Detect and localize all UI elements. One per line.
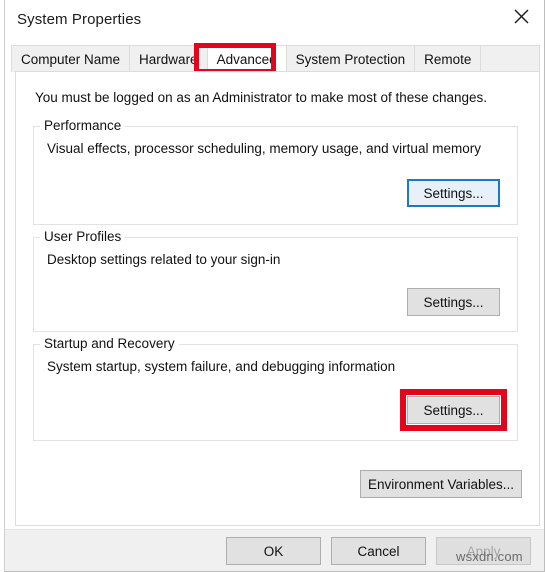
performance-description: Visual effects, processor scheduling, me… [47,141,481,156]
user-profiles-settings-button[interactable]: Settings... [407,288,500,316]
startup-recovery-group-legend: Startup and Recovery [40,336,179,351]
watermark: wsxdn.com [456,549,523,564]
tab-advanced[interactable]: Advanced [207,46,287,72]
title-bar: System Properties [5,0,544,42]
admin-notice: You must be logged on as an Administrato… [35,90,488,105]
user-profiles-description: Desktop settings related to your sign-in [47,252,281,267]
tab-hardware[interactable]: Hardware [130,46,208,72]
advanced-tab-panel: You must be logged on as an Administrato… [15,71,540,526]
tab-computer-name[interactable]: Computer Name [12,46,131,72]
performance-group: Performance Visual effects, processor sc… [33,118,518,225]
tab-system-protection[interactable]: System Protection [287,46,416,72]
environment-variables-button[interactable]: Environment Variables... [360,470,522,498]
tab-remote[interactable]: Remote [415,46,482,72]
system-properties-window: System Properties Computer Name Hardware… [4,0,545,572]
startup-recovery-description: System startup, system failure, and debu… [47,359,396,374]
window-title: System Properties [17,11,142,28]
user-profiles-group: User Profiles Desktop settings related t… [33,229,518,332]
performance-group-legend: Performance [40,118,126,133]
startup-recovery-settings-button[interactable]: Settings... [407,396,500,424]
performance-settings-button[interactable]: Settings... [407,179,500,207]
ok-button[interactable]: OK [226,537,321,565]
tab-strip: Computer Name Hardware Advanced System P… [11,45,540,72]
user-profiles-group-legend: User Profiles [40,229,126,244]
startup-recovery-group: Startup and Recovery System startup, sys… [33,336,518,441]
cancel-button[interactable]: Cancel [331,537,426,565]
close-icon[interactable] [498,0,544,32]
